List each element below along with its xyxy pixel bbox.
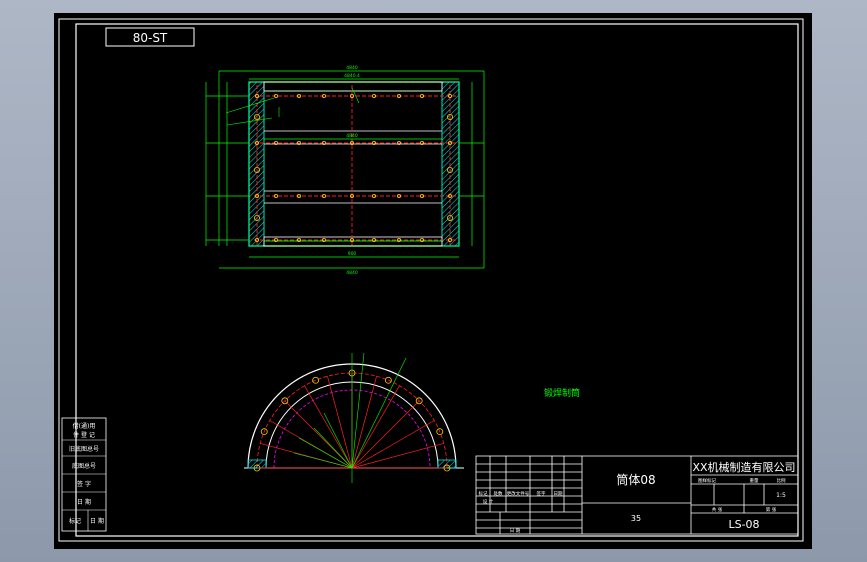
left-col-text-1: 件 登 记 (73, 431, 95, 439)
cad-drawing-viewport[interactable]: 80-ST 借(通)用 件 登 记 旧底图总号 底图总号 签 字 日 期 标记 … (54, 13, 812, 549)
part-name: 筒体08 (616, 472, 655, 487)
rev-header-1: 处数 (494, 490, 503, 497)
left-info-column: 借(通)用 件 登 记 旧底图总号 底图总号 签 字 日 期 标记 日 期 (61, 417, 107, 532)
radial-centerline (284, 400, 353, 469)
design-label: 设 计 (483, 498, 494, 505)
corner-label: 80-ST (133, 31, 168, 45)
radial-centerline (351, 400, 420, 469)
rev-header-3: 签字 (537, 490, 546, 497)
left-col-text-7: 日 期 (90, 517, 104, 525)
scale-header-2: 比例 (777, 477, 786, 484)
dim-top-overall: 4840 (346, 65, 358, 71)
left-flange-hatch (248, 81, 265, 247)
dim-bottom-inner: 900 (348, 251, 357, 257)
sheet-header-1: 第 张 (766, 506, 777, 513)
radial-centerline (304, 385, 353, 469)
left-col-text-2: 旧底图总号 (69, 445, 99, 453)
rev-header-2: 更改文件号 (507, 490, 530, 497)
left-col-text-4: 签 字 (77, 480, 91, 488)
scale-header-0: 图样标记 (698, 477, 716, 484)
scale-value: 1:5 (776, 492, 786, 499)
sheet-header-0: 共 张 (712, 506, 723, 513)
rev-header-4: 日期 (554, 491, 563, 497)
side-view-semicircle (244, 352, 464, 483)
left-col-text-0: 借(通)用 (73, 422, 96, 430)
radial-centerline (327, 376, 353, 469)
drawing-number: LS-08 (728, 518, 759, 531)
dim-mid-width: 4840 (346, 133, 358, 139)
right-flange-hatch (441, 81, 460, 247)
quantity-value: 35 (631, 514, 641, 523)
date-label: 日 期 (510, 528, 521, 534)
outer-frame (58, 18, 804, 542)
cad-drawing: 80-ST 借(通)用 件 登 记 旧底图总号 底图总号 签 字 日 期 标记 … (58, 18, 804, 542)
dim-top-inner: 4840.4 (344, 73, 360, 79)
left-col-text-5: 日 期 (77, 498, 91, 506)
inner-frame (75, 23, 799, 537)
left-col-text-3: 底图总号 (72, 462, 96, 470)
front-view: 4840 4840.4 4840 900 4840 (205, 65, 485, 276)
dim-bottom-overall: 4840 (346, 270, 358, 276)
radial-centerline (351, 420, 435, 469)
view-note: 锻焊制筒 (544, 387, 580, 399)
scale-header-1: 重量 (750, 477, 759, 484)
company-name: XX机械制造有限公司 (692, 460, 795, 474)
left-col-text-6: 标记 (69, 517, 81, 525)
rev-header-0: 标记 (479, 490, 488, 497)
